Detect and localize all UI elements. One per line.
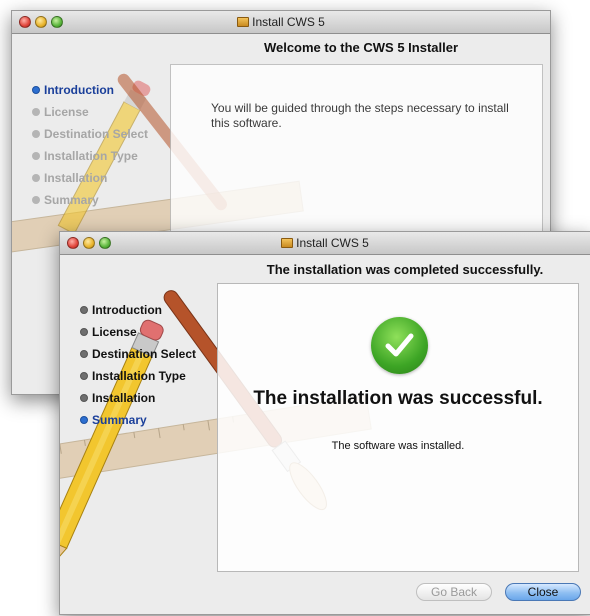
step-bullet-icon [32,152,40,160]
step-summary: Summary [80,412,196,434]
step-label: Destination Select [44,127,149,141]
step-installation-type: Installation Type [32,148,148,170]
step-label: Summary [92,413,147,427]
step-bullet-icon [32,196,40,204]
installer-window-front: Install CWS 5 The installation was compl… [59,231,590,615]
page-heading: The installation was completed successfu… [266,262,544,277]
window-title: Install CWS 5 [12,15,550,29]
step-introduction: Introduction [32,82,148,104]
step-label: License [44,105,89,119]
result-subtitle: The software was installed. [331,440,465,452]
step-label: Installation Type [92,369,186,383]
intro-text: You will be guided through the steps nec… [211,101,509,130]
step-bullet-icon [32,174,40,182]
step-label: License [92,325,137,339]
step-destination-select: Destination Select [80,346,196,368]
close-button[interactable]: Close [505,583,581,601]
step-bullet-icon [80,394,88,402]
page-heading: Welcome to the CWS 5 Installer [263,40,459,55]
step-label: Installation [44,171,108,185]
step-installation: Installation [80,390,196,412]
step-list: Introduction License Destination Select … [32,82,148,214]
package-icon [237,17,250,27]
checkmark-icon [371,317,428,374]
step-bullet-icon [80,372,88,380]
go-back-button[interactable]: Go Back [416,583,492,601]
step-label: Installation Type [44,149,138,163]
step-label: Installation [92,391,156,405]
step-label: Introduction [44,83,114,97]
step-bullet-icon [32,108,40,116]
title-bar[interactable]: Install CWS 5 [12,11,550,34]
step-bullet-icon [80,306,88,314]
window-title-text: Install CWS 5 [296,236,369,250]
step-bullet-icon [80,416,88,424]
step-label: Destination Select [92,347,197,361]
step-bullet-icon [80,350,88,358]
step-introduction: Introduction [80,302,196,324]
window-title: Install CWS 5 [60,236,590,250]
package-icon [281,238,294,248]
step-installation-type: Installation Type [80,368,196,390]
content-panel: The installation was successful. The sof… [217,283,579,572]
result-title: The installation was successful. [253,388,543,409]
step-label: Summary [44,193,99,207]
step-license: License [80,324,196,346]
step-bullet-icon [80,328,88,336]
step-destination-select: Destination Select [32,126,148,148]
step-bullet-icon [32,130,40,138]
step-installation: Installation [32,170,148,192]
step-bullet-icon [32,86,40,94]
step-label: Introduction [92,303,162,317]
step-license: License [32,104,148,126]
step-summary: Summary [32,192,148,214]
step-list: Introduction License Destination Select … [80,302,196,434]
title-bar[interactable]: Install CWS 5 [60,232,590,255]
window-title-text: Install CWS 5 [252,15,325,29]
